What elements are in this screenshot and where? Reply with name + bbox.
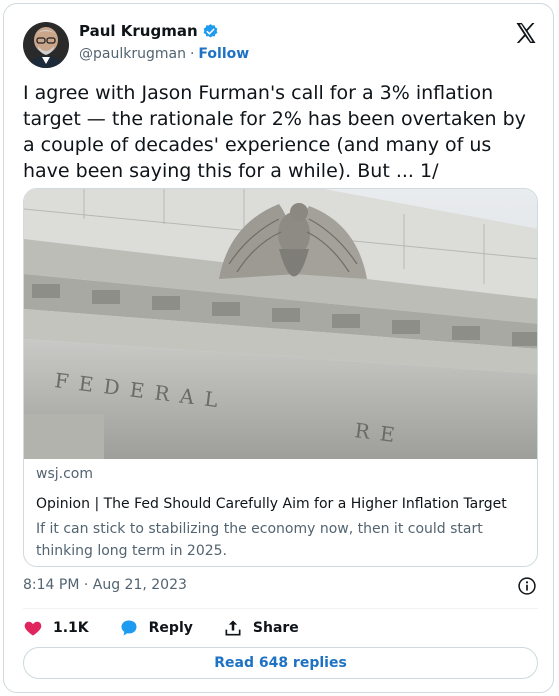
- share-button[interactable]: Share: [223, 618, 299, 638]
- tweet-card: Paul Krugman @paulkrugman · Follow I agr…: [3, 3, 554, 693]
- like-button[interactable]: 1.1K: [23, 618, 89, 638]
- action-bar: 1.1K Reply Share: [23, 616, 329, 640]
- link-title: Opinion | The Fed Should Carefully Aim f…: [36, 496, 507, 512]
- share-upload-icon: [225, 620, 241, 636]
- author-name[interactable]: Paul Krugman: [79, 22, 198, 40]
- heart-icon: [24, 621, 42, 636]
- reply-bubble-icon: [121, 620, 137, 636]
- author-name-row: Paul Krugman: [79, 22, 219, 40]
- divider: [23, 608, 538, 609]
- follow-button[interactable]: Follow: [198, 46, 249, 62]
- reply-label: Reply: [148, 620, 193, 636]
- link-preview-body: wsj.com Opinion | The Fed Should Careful…: [36, 465, 531, 562]
- link-preview-card[interactable]: F E D E R A L R E wsj.com Opinion | The …: [23, 188, 538, 567]
- info-icon[interactable]: [517, 576, 537, 596]
- avatar[interactable]: [23, 22, 69, 68]
- x-logo-icon[interactable]: [514, 21, 538, 45]
- author-handle-row: @paulkrugman · Follow: [79, 46, 249, 62]
- read-replies-button[interactable]: Read 648 replies: [23, 647, 538, 679]
- link-description: If it can stick to stabilizing the econo…: [36, 521, 483, 559]
- verified-badge-icon: [202, 23, 219, 40]
- tweet-timestamp[interactable]: 8:14 PM · Aug 21, 2023: [23, 577, 187, 593]
- svg-text:R E: R E: [353, 418, 398, 447]
- link-preview-image: F E D E R A L R E: [24, 189, 537, 459]
- reply-button[interactable]: Reply: [119, 618, 193, 638]
- share-label: Share: [252, 620, 299, 636]
- like-count: 1.1K: [53, 620, 89, 636]
- author-handle[interactable]: @paulkrugman: [79, 46, 186, 62]
- tweet-text: I agree with Jason Furman's call for a 3…: [23, 82, 526, 182]
- separator-dot: ·: [189, 46, 195, 62]
- link-domain: wsj.com: [36, 466, 93, 482]
